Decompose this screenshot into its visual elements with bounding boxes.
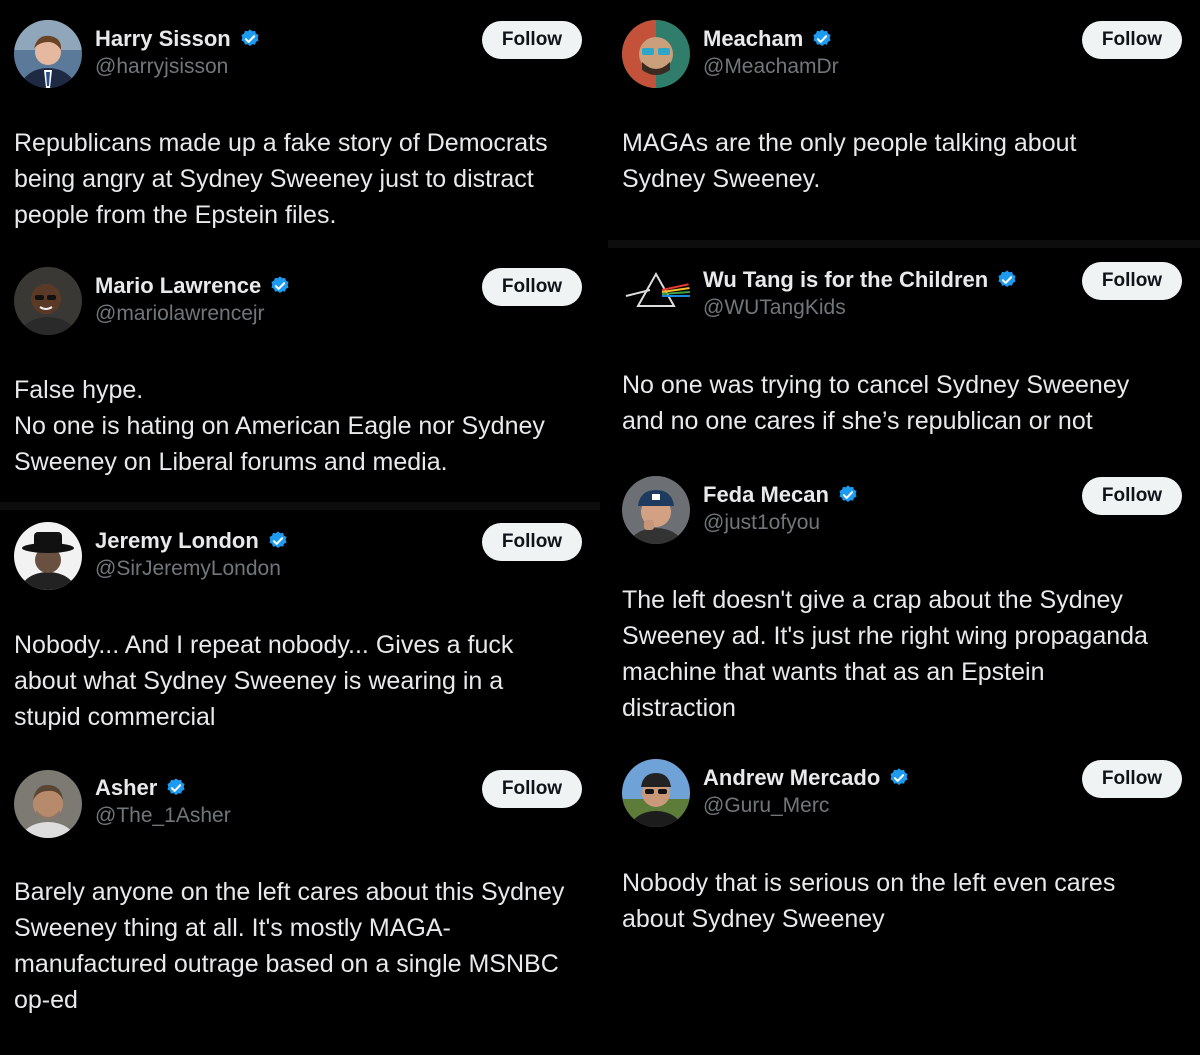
verified-badge-icon <box>996 269 1018 291</box>
follow-button[interactable]: Follow <box>1082 477 1182 515</box>
tweet-text-line: machine that wants that as an Epstein <box>622 658 1045 686</box>
avatar[interactable] <box>622 20 690 88</box>
tweet-text: Republicans made up a fake story of Demo… <box>14 125 594 233</box>
tweet-text: No one was trying to cancel Sydney Sween… <box>622 367 1200 439</box>
tweet-text: The left doesn't give a crap about the S… <box>622 582 1200 726</box>
tweet-text-line: Nobody that is serious on the left even … <box>622 869 1116 897</box>
follow-button[interactable]: Follow <box>1082 760 1182 798</box>
tweet-text-line: Sydney Sweeney. <box>622 165 821 193</box>
avatar-image <box>622 759 690 827</box>
tweet-text: Nobody that is serious on the left even … <box>622 865 1200 937</box>
left-column: Harry Sisson @harryjsisson Follow Republ… <box>0 0 600 1055</box>
follow-button[interactable]: Follow <box>482 770 582 808</box>
author-handle[interactable]: @The_1Asher <box>95 804 231 828</box>
author-name[interactable]: Harry Sisson <box>95 26 231 52</box>
verified-badge-icon <box>267 530 289 552</box>
author-handle[interactable]: @MeachamDr <box>703 55 839 79</box>
tweet-text-line: Sweeney on Liberal forums and media. <box>14 448 448 476</box>
author-row: Andrew Mercado <box>703 765 910 791</box>
author-row: Mario Lawrence <box>95 273 291 299</box>
right-column: Meacham @MeachamDr Follow MAGAs are the … <box>608 0 1200 1055</box>
tweet-text-line: Nobody... And I repeat nobody... Gives a… <box>14 631 514 659</box>
author-handle[interactable]: @Guru_Merc <box>703 794 829 818</box>
avatar[interactable] <box>622 759 690 827</box>
avatar-image <box>14 522 82 590</box>
avatar-image <box>622 20 690 88</box>
author-row: Jeremy London <box>95 528 289 554</box>
avatar[interactable] <box>14 522 82 590</box>
author-handle[interactable]: @mariolawrencejr <box>95 302 265 326</box>
follow-button[interactable]: Follow <box>482 268 582 306</box>
follow-button[interactable]: Follow <box>482 523 582 561</box>
avatar-image <box>14 770 82 838</box>
author-name[interactable]: Andrew Mercado <box>703 765 880 791</box>
author-name[interactable]: Meacham <box>703 26 803 52</box>
avatar[interactable] <box>14 267 82 335</box>
tweet-text: MAGAs are the only people talking about … <box>622 125 1200 197</box>
verified-badge-icon <box>269 275 291 297</box>
tweet-divider <box>608 240 1200 248</box>
verified-badge-icon <box>811 28 833 50</box>
author-row: Asher <box>95 775 187 801</box>
author-row: Meacham <box>703 26 833 52</box>
tweet-divider <box>0 502 600 510</box>
tweet-text-line: stupid commercial <box>14 703 216 731</box>
author-row: Wu Tang is for the Children <box>703 267 1018 293</box>
author-handle[interactable]: @harryjsisson <box>95 55 228 79</box>
verified-badge-icon <box>239 28 261 50</box>
column-gap <box>600 0 608 1055</box>
author-name[interactable]: Mario Lawrence <box>95 273 261 299</box>
follow-button[interactable]: Follow <box>1082 21 1182 59</box>
tweet-text-line: about Sydney Sweeney <box>622 905 885 933</box>
tweet-text-line: False hype. <box>14 376 144 404</box>
avatar[interactable] <box>622 260 690 328</box>
tweet-text-line: MAGAs are the only people talking about <box>622 129 1077 157</box>
author-name[interactable]: Asher <box>95 775 157 801</box>
avatar-image <box>14 20 82 88</box>
follow-button[interactable]: Follow <box>1082 262 1182 300</box>
avatar-image <box>14 267 82 335</box>
tweet-text-line: No one was trying to cancel Sydney Sween… <box>622 371 1130 399</box>
verified-badge-icon <box>888 767 910 789</box>
tweet-text-line: The left doesn't give a crap about the S… <box>622 586 1123 614</box>
author-handle[interactable]: @SirJeremyLondon <box>95 557 281 581</box>
tweet-text-line: distraction <box>622 694 736 722</box>
tweet-text-line: Republicans made up a fake story of Demo… <box>14 129 548 157</box>
author-handle[interactable]: @WUTangKids <box>703 296 846 320</box>
follow-button[interactable]: Follow <box>482 21 582 59</box>
tweet-text-line: people from the Epstein files. <box>14 201 337 229</box>
tweet-text-line: op-ed <box>14 986 78 1014</box>
author-row: Feda Mecan <box>703 482 859 508</box>
tweet-text: Nobody... And I repeat nobody... Gives a… <box>14 627 594 735</box>
author-name[interactable]: Wu Tang is for the Children <box>703 267 988 293</box>
tweet-text-line: No one is hating on American Eagle nor S… <box>14 412 545 440</box>
tweet-text-line: and no one cares if she’s republican or … <box>622 407 1093 435</box>
avatar[interactable] <box>14 20 82 88</box>
tweet-text: False hype. No one is hating on American… <box>14 372 594 480</box>
author-name[interactable]: Feda Mecan <box>703 482 829 508</box>
verified-badge-icon <box>837 484 859 506</box>
author-name[interactable]: Jeremy London <box>95 528 259 554</box>
avatar[interactable] <box>14 770 82 838</box>
tweet-text-line: manufactured outrage based on a single M… <box>14 950 559 978</box>
verified-badge-icon <box>165 777 187 799</box>
tweet-text-line: about what Sydney Sweeney is wearing in … <box>14 667 504 695</box>
tweet-text-line: being angry at Sydney Sweeney just to di… <box>14 165 534 193</box>
tweet-text: Barely anyone on the left cares about th… <box>14 874 594 1018</box>
tweet-text-line: Sweeney ad. It's just rhe right wing pro… <box>622 622 1148 650</box>
tweet-text-line: Sweeney thing at all. It's mostly MAGA- <box>14 914 451 942</box>
author-handle[interactable]: @just1ofyou <box>703 511 820 535</box>
tweet-text-line: Barely anyone on the left cares about th… <box>14 878 565 906</box>
author-row: Harry Sisson <box>95 26 261 52</box>
avatar-image <box>622 476 690 544</box>
avatar[interactable] <box>622 476 690 544</box>
avatar-image <box>622 260 690 328</box>
